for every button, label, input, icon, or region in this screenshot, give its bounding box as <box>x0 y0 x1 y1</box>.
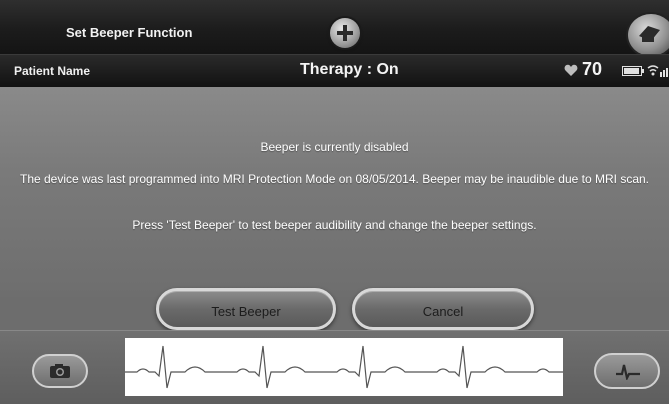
print-button[interactable] <box>628 14 669 56</box>
status-bar: Patient Name Therapy : On 70 <box>0 54 669 87</box>
add-button[interactable] <box>330 18 360 48</box>
therapy-status: Therapy : On <box>300 61 399 78</box>
footer-bar <box>0 330 669 404</box>
mri-notice-text: The device was last programmed into MRI … <box>19 172 649 186</box>
test-beeper-button[interactable]: Test Beeper <box>156 288 336 330</box>
cancel-button[interactable]: Cancel <box>352 288 534 330</box>
snapshot-button[interactable] <box>32 354 88 388</box>
heart-icon <box>564 64 578 76</box>
patient-name-label: Patient Name <box>14 64 91 78</box>
battery-icon <box>622 66 644 76</box>
button-row: Test Beeper Cancel <box>0 270 669 330</box>
waveform-icon <box>616 364 640 380</box>
waveform-button[interactable] <box>594 353 660 389</box>
ecg-trace <box>125 345 563 389</box>
signal-icon <box>647 65 668 77</box>
ecg-strip <box>125 338 563 396</box>
plus-icon <box>337 25 353 41</box>
printer-icon <box>639 26 660 42</box>
beeper-status-text: Beeper is currently disabled <box>260 140 409 154</box>
heart-rate-value: 70 <box>582 59 603 79</box>
message-panel: Beeper is currently disabled The device … <box>0 87 669 297</box>
title-bar: Set Beeper Function <box>0 0 669 56</box>
instruction-text: Press 'Test Beeper' to test beeper audib… <box>132 218 537 232</box>
page-title: Set Beeper Function <box>66 25 193 40</box>
camera-icon <box>50 364 70 378</box>
